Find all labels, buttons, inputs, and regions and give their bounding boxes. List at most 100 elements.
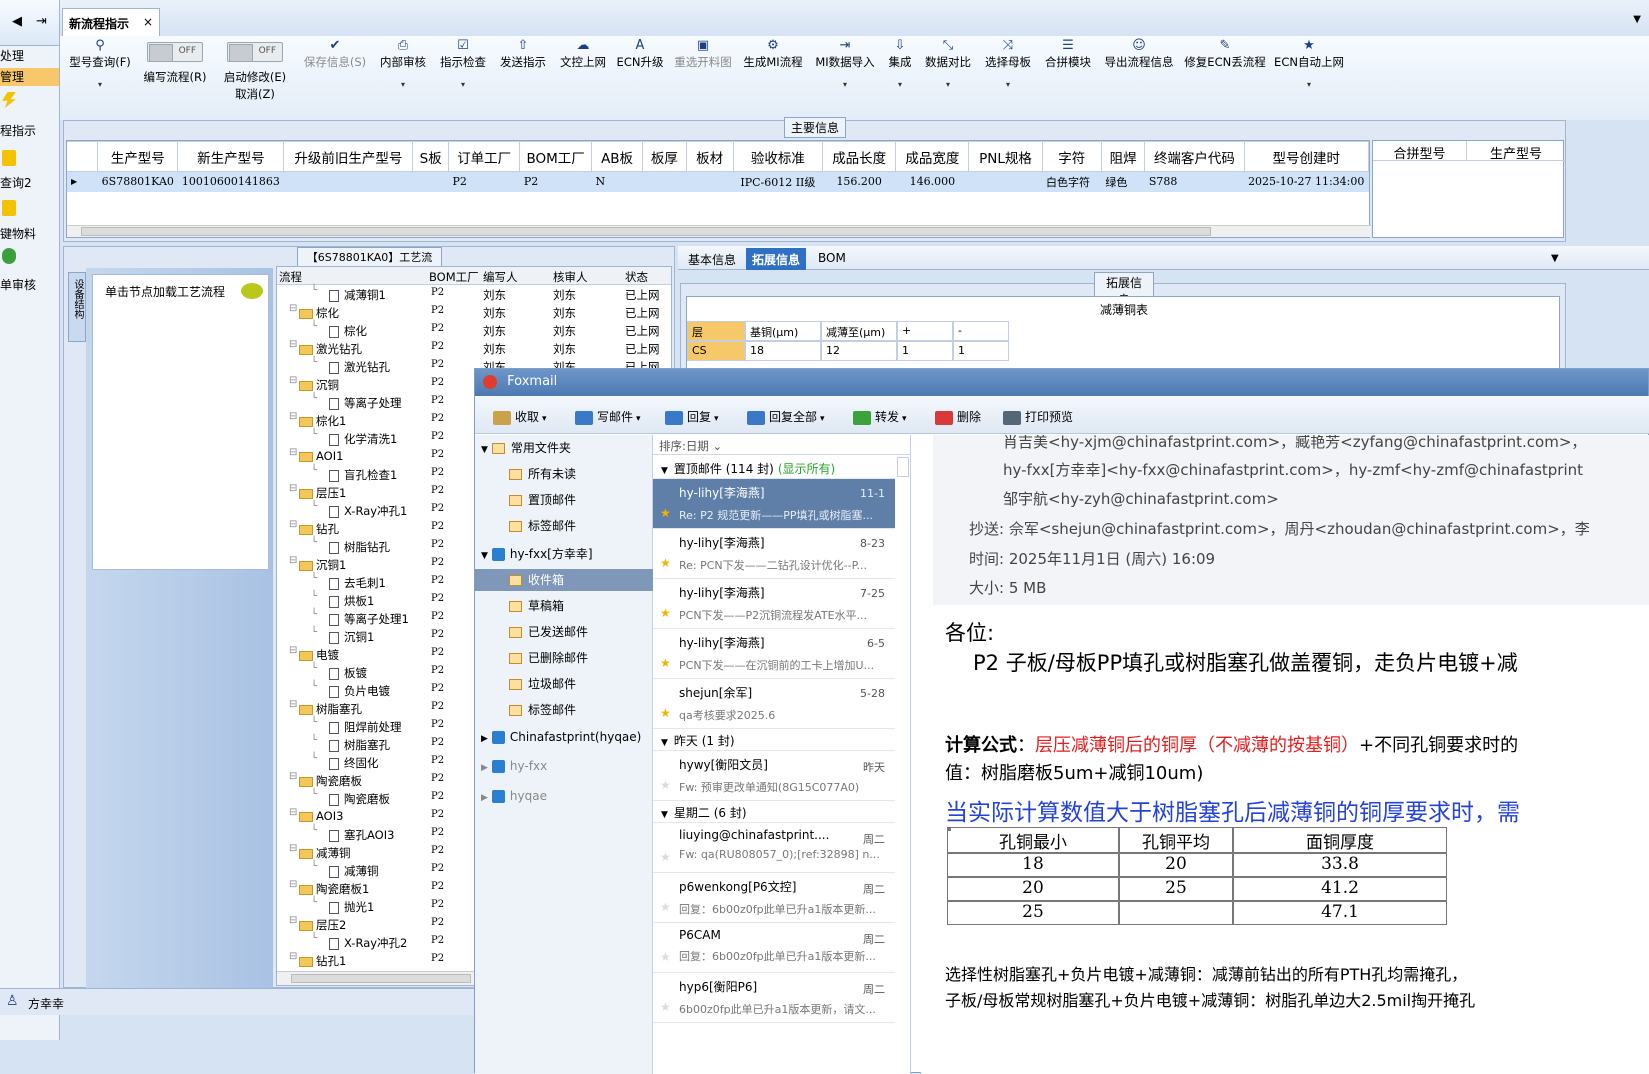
tc-header[interactable]: 减薄至(μm) [821, 321, 897, 341]
foxmail-btn-6[interactable]: 打印预览 [1003, 408, 1073, 425]
tree-col-header[interactable]: 核审人 [553, 269, 588, 285]
tc-cell[interactable]: 1 [953, 341, 1009, 361]
nav-exit-icon[interactable]: ⇥ [36, 14, 47, 29]
col-header[interactable]: 生产型号 [97, 141, 179, 172]
col-merge-model[interactable]: 合拼型号 [1373, 141, 1467, 162]
col-header[interactable]: 板材 [685, 141, 734, 172]
toolbar-button-17[interactable]: ✎ 修复ECN丢流程 [1180, 38, 1270, 70]
tc-cell[interactable]: 1 [897, 341, 953, 361]
star-icon[interactable]: ★ [660, 778, 671, 792]
foxmail-btn-3[interactable]: 回复全部 ▾ [747, 408, 825, 425]
collapse-icon[interactable]: ▼ [661, 810, 668, 820]
message-item[interactable]: hy-lihy[李海燕] 7-25 PCN下发——P2沉铜流程发ATE水平... ★ [653, 579, 895, 629]
dropdown-arrow-icon[interactable]: ▾ [1264, 80, 1354, 89]
col-header[interactable]: AB板 [590, 141, 644, 172]
foxmail-btn-1[interactable]: 写邮件 ▾ [575, 408, 641, 425]
nav-item-query2[interactable]: 查询2 [0, 174, 32, 191]
collapse-icon[interactable]: ⊟ [289, 447, 297, 458]
message-item[interactable]: hyp6[衡阳P6] 周二 6b00z0fp此单已升a1版本更新，请文... ★ [653, 973, 895, 1023]
tab-close-icon[interactable]: × [143, 15, 153, 29]
folder-item[interactable]: 草稿箱 [475, 595, 653, 617]
collapse-icon[interactable]: ⊟ [289, 411, 297, 422]
collapse-icon[interactable]: ⊟ [289, 519, 297, 530]
tree-col-header[interactable]: 流程 [279, 269, 302, 285]
star-icon[interactable]: ★ [660, 950, 671, 964]
col-header[interactable]: BOM工厂 [519, 141, 592, 172]
toggle-switch[interactable]: OFF [147, 42, 203, 62]
expand-icon[interactable]: ▶ [481, 793, 488, 803]
collapse-icon[interactable]: ⊟ [289, 555, 297, 566]
col-header[interactable]: 成品长度 [822, 141, 897, 172]
chevron-down-icon[interactable]: ▼ [1633, 14, 1641, 25]
collapse-icon[interactable]: ⊟ [289, 915, 297, 926]
dropdown-arrow-icon[interactable]: ▾ [963, 80, 1053, 89]
scrollbar-thumb[interactable] [291, 974, 471, 983]
message-group[interactable]: ▼ 置顶邮件 (114 封) (显示所有) [653, 457, 895, 479]
toolbar-button-2[interactable]: OFF 启动修改(E) 取消(Z) [210, 42, 300, 102]
collapse-icon[interactable]: ▼ [661, 466, 668, 476]
message-item[interactable]: shejun[余军] 5-28 qa考核要求2025.6 ★ [653, 679, 895, 729]
toolbar-button-1[interactable]: OFF 编写流程(R) [130, 42, 220, 85]
tree-node[interactable]: ⊟ 棕化 P2 刘东 刘东 已上网 [277, 303, 671, 321]
cell[interactable] [412, 171, 449, 192]
toolbar-button-16[interactable]: ☺ 导出流程信息 [1094, 38, 1184, 70]
collapse-icon[interactable]: ⊟ [289, 951, 297, 962]
star-icon[interactable]: ★ [660, 850, 671, 864]
col-header[interactable]: 订单工厂 [448, 141, 521, 172]
tree-node[interactable]: └ 减薄铜1 P2 刘东 刘东 已上网 [277, 285, 671, 303]
col-header[interactable]: S板 [412, 141, 450, 172]
tab-right-2[interactable]: BOM [812, 248, 852, 270]
col-header[interactable]: PNL规格 [968, 141, 1043, 172]
star-icon[interactable]: ★ [660, 556, 671, 570]
col-header[interactable]: 板厚 [642, 141, 687, 172]
folder-item[interactable]: 标签邮件 [475, 699, 653, 721]
star-icon[interactable]: ★ [660, 1000, 671, 1014]
collapse-icon[interactable]: ⊟ [289, 879, 297, 890]
nav-item-material[interactable]: 键物料 [0, 225, 36, 242]
folder-item[interactable]: ▶ Chinafastprint(hyqae) [475, 726, 653, 748]
message-group[interactable]: ▼ 昨天 (1 封) [653, 729, 895, 751]
cell[interactable]: P2 [448, 171, 520, 192]
collapse-icon[interactable]: ⊟ [289, 807, 297, 818]
group-extra[interactable]: (显示所有) [778, 462, 835, 476]
cell[interactable]: S788 [1144, 171, 1245, 192]
collapse-icon[interactable]: ⊟ [289, 483, 297, 494]
collapse-icon[interactable]: ⊟ [289, 303, 297, 314]
folder-item[interactable]: 标签邮件 [475, 515, 653, 537]
folder-item[interactable]: ▼ 常用文件夹 [475, 437, 653, 459]
dropdown-arrow-icon[interactable]: ▾ [820, 414, 825, 424]
cell[interactable]: 10010600141863 [177, 171, 284, 192]
tree-col-header[interactable]: 编写人 [483, 269, 518, 285]
scrollbar-thumb[interactable] [81, 227, 1211, 236]
message-item[interactable]: hywy[衡阳文员] 昨天 Fw: 预审更改单通知(8G15C077A0) ★ [653, 751, 895, 801]
expand-icon[interactable]: ▶ [481, 734, 488, 744]
tree-col-header[interactable]: 状态 [625, 269, 648, 285]
tab-right-0[interactable]: 基本信息 [682, 248, 742, 270]
star-icon[interactable]: ★ [660, 606, 671, 620]
foxmail-btn-0[interactable]: 收取 ▾ [493, 408, 547, 425]
cell[interactable] [686, 171, 734, 192]
tree-node[interactable]: └ 棕化 P2 刘东 刘东 已上网 [277, 321, 671, 339]
dropdown-arrow-icon[interactable]: ▾ [418, 80, 508, 89]
nav-item-process[interactable]: 处理 [0, 47, 59, 65]
col-header[interactable]: 阻焊 [1100, 141, 1146, 172]
cell[interactable]: P2 [519, 171, 592, 192]
tc-cell[interactable]: CS [687, 341, 745, 361]
toolbar-button-18[interactable]: ★ ECN自动上网 ▾ [1264, 38, 1354, 89]
star-icon[interactable]: ★ [660, 656, 671, 670]
cell[interactable]: 146.000 [895, 171, 969, 192]
foxmail-btn-5[interactable]: 删除 [935, 408, 981, 425]
tc-header[interactable]: 基铜(μm) [745, 321, 821, 341]
chevron-down-icon[interactable]: ▼ [1551, 253, 1559, 264]
tab-new-flow[interactable]: 新流程指示 × [62, 8, 160, 36]
sort-bar[interactable]: 排序:日期 ⌄ [653, 435, 911, 455]
col-header[interactable]: 升级前旧生产型号 [283, 141, 414, 172]
tc-header[interactable]: + [897, 321, 953, 341]
cell[interactable]: 6S78801KA0 [97, 171, 178, 192]
star-icon[interactable]: ★ [660, 900, 671, 914]
collapse-icon[interactable]: ⊟ [289, 771, 297, 782]
message-item[interactable]: p6wenkong[P6文控] 周二 回复：6b00z0fp此单已升a1版本更新..… [653, 873, 895, 923]
dropdown-arrow-icon[interactable]: ▾ [542, 414, 547, 424]
nav-item-manage[interactable]: 管理 [0, 68, 59, 86]
expand-icon[interactable]: ▼ [481, 445, 488, 455]
